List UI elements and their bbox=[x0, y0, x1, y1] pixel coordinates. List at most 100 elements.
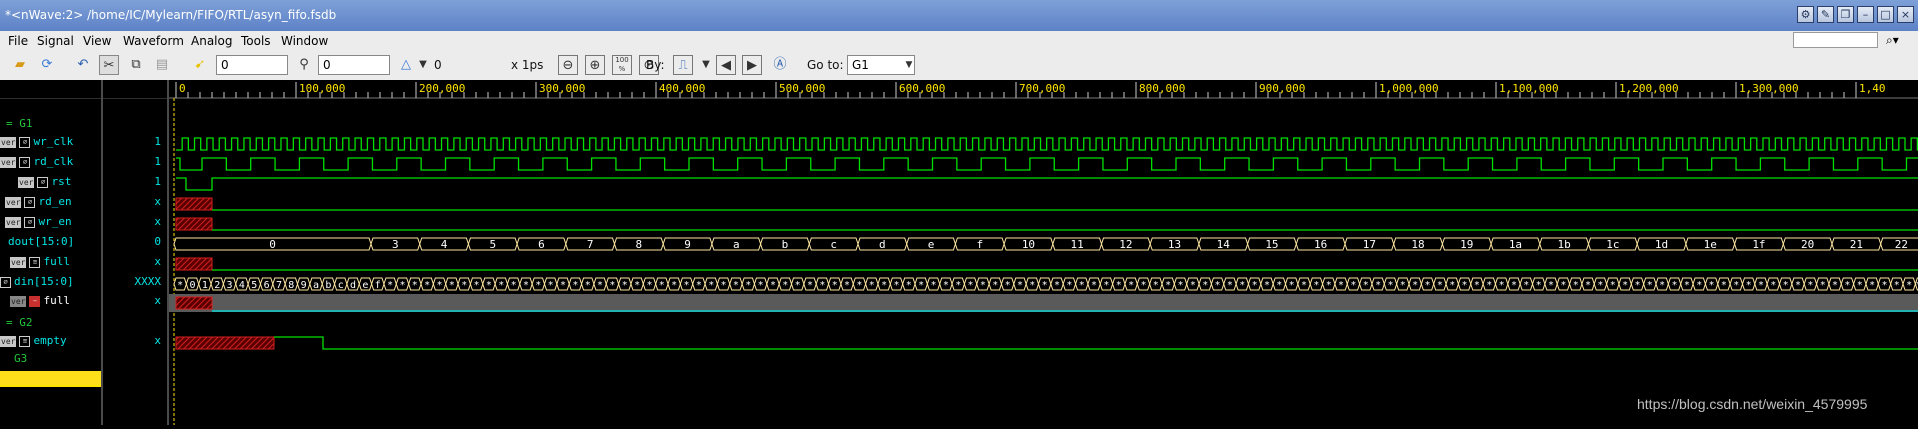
wave-din-value: * bbox=[1548, 280, 1554, 291]
wave-din-value: * bbox=[1721, 280, 1727, 291]
marker-time-input[interactable]: 0 bbox=[318, 55, 390, 75]
wave-din-value: * bbox=[1783, 280, 1789, 291]
wave-din-value: * bbox=[177, 280, 183, 291]
menu-signal[interactable]: Signal bbox=[37, 34, 74, 48]
wave-din-value: 3 bbox=[227, 280, 233, 291]
group-g3[interactable]: G3 bbox=[14, 352, 27, 365]
annotate-icon[interactable]: Ⓐ bbox=[770, 55, 790, 75]
signal-rd-clk[interactable]: ver ⌀ rd_clk bbox=[0, 155, 73, 168]
marker-icon[interactable]: ⚲ bbox=[294, 55, 314, 75]
group-g2-label: G2 bbox=[19, 316, 33, 329]
edge-rising-icon[interactable]: ⎍ bbox=[673, 55, 693, 75]
wave-din-value: * bbox=[1585, 280, 1591, 291]
reload-icon[interactable]: ⟳ bbox=[37, 55, 57, 75]
wave-dout-value: c bbox=[830, 238, 837, 251]
zoom-all-button[interactable]: 100 % bbox=[612, 55, 632, 75]
cursor-icon[interactable]: ➹ bbox=[190, 55, 210, 75]
signal-rd-en[interactable]: ver ⌀ rd_en bbox=[5, 195, 72, 208]
wave-din-value: 2 bbox=[214, 280, 220, 291]
window-title: *<nWave:2> /home/IC/Mylearn/FIFO/RTL/asy… bbox=[5, 8, 337, 22]
wave-din-value: * bbox=[1795, 280, 1801, 291]
zoom-out-icon[interactable]: ⊖ bbox=[558, 55, 578, 75]
wave-dout-value: 0 bbox=[269, 238, 276, 251]
wave-din-value: * bbox=[461, 280, 467, 291]
menu-file[interactable]: File bbox=[8, 34, 28, 48]
group-g2[interactable]: = G2 bbox=[6, 316, 33, 329]
wave-din-value: * bbox=[1523, 280, 1529, 291]
menu-view[interactable]: View bbox=[83, 34, 111, 48]
wave-din-value: * bbox=[1252, 280, 1258, 291]
cut-icon[interactable]: ✂ bbox=[99, 55, 119, 75]
wave-din-value: * bbox=[1017, 280, 1023, 291]
time-unit: x 1ps bbox=[511, 58, 544, 72]
ver-badge: ver bbox=[10, 295, 27, 307]
menu-analog[interactable]: Analog bbox=[191, 34, 232, 48]
signal-rst[interactable]: ver ⌀ rst bbox=[18, 175, 71, 188]
signal-wr-en[interactable]: ver ⌀ wr_en bbox=[5, 215, 72, 228]
bus-icon: − bbox=[29, 295, 41, 307]
signal-search-input[interactable] bbox=[1793, 32, 1878, 48]
paste-icon[interactable]: ▤ bbox=[152, 55, 172, 75]
goto-label: Go to: bbox=[807, 58, 844, 72]
wave-din-value: * bbox=[1462, 280, 1468, 291]
menu-window[interactable]: Window bbox=[281, 34, 328, 48]
menu-tools[interactable]: Tools bbox=[241, 34, 271, 48]
wave-din-value: * bbox=[1881, 280, 1887, 291]
cursor-time-input[interactable]: 0 bbox=[216, 55, 288, 75]
wave-din-value: 7 bbox=[276, 280, 282, 291]
signal-label: full bbox=[43, 294, 70, 307]
find-icon[interactable]: ⌕▾ bbox=[1886, 33, 1899, 48]
wave-din-value: * bbox=[1264, 280, 1270, 291]
signal-empty[interactable]: ver ≡ empty bbox=[0, 334, 67, 347]
wave-din-value: * bbox=[1622, 280, 1628, 291]
signal-full-selected[interactable]: ver − full bbox=[10, 294, 70, 307]
gear-icon[interactable]: ⚙ bbox=[1797, 6, 1814, 23]
wave-dout-value: 4 bbox=[441, 238, 448, 251]
pin-icon[interactable]: ✎ bbox=[1817, 6, 1834, 23]
restore-icon[interactable]: ❐ bbox=[1837, 6, 1854, 23]
wave-din-value: * bbox=[437, 280, 443, 291]
wave-din-value: * bbox=[1116, 280, 1122, 291]
wave-din-value: * bbox=[869, 280, 875, 291]
wave-din-value: * bbox=[1770, 280, 1776, 291]
copy-icon[interactable]: ⧉ bbox=[126, 55, 146, 75]
wave-din-value: * bbox=[1313, 280, 1319, 291]
wave-dout-value: 17 bbox=[1363, 238, 1376, 251]
group-g1-label: G1 bbox=[19, 117, 33, 130]
wave-dout-value: d bbox=[879, 238, 886, 251]
wave-rst bbox=[176, 177, 1918, 191]
signal-wr-clk[interactable]: ver ⌀ wr_clk bbox=[0, 135, 73, 148]
waveform-canvas[interactable]: 0 100,000 200,000 300,000 400,000 500,000 600,… bbox=[169, 80, 1918, 425]
wave-din-value: 1 bbox=[202, 280, 208, 291]
maximize-button[interactable]: □ bbox=[1877, 6, 1894, 23]
signal-din[interactable]: ⌀ din[15:0] bbox=[0, 275, 74, 288]
wave-din-value: * bbox=[1153, 280, 1159, 291]
wave-din-value: f bbox=[375, 280, 381, 291]
waveform-panel[interactable]: 0 100,000 200,000 300,000 400,000 500,000 600,… bbox=[169, 80, 1918, 425]
minimize-button[interactable]: – bbox=[1857, 6, 1874, 23]
undo-icon[interactable]: ↶ bbox=[73, 55, 93, 75]
value-full: x bbox=[154, 255, 161, 268]
signal-full[interactable]: ver ≡ full bbox=[10, 255, 70, 268]
wave-din-value: * bbox=[968, 280, 974, 291]
menu-waveform[interactable]: Waveform bbox=[123, 34, 184, 48]
open-file-icon[interactable]: ▰ bbox=[10, 55, 30, 75]
wave-din-value: * bbox=[881, 280, 887, 291]
wave-din-value: * bbox=[1140, 280, 1146, 291]
search-forward-icon[interactable]: ▶ bbox=[742, 55, 762, 75]
value-rd-en: x bbox=[154, 195, 161, 208]
ver-badge: ver bbox=[0, 156, 17, 168]
wave-din-value: * bbox=[758, 280, 764, 291]
delta-dropdown-icon[interactable]: ▼ bbox=[413, 55, 433, 75]
goto-dropdown-icon[interactable]: ▼ bbox=[899, 55, 919, 75]
wave-din-value: * bbox=[387, 280, 393, 291]
signal-dout[interactable]: dout[15:0] bbox=[8, 235, 74, 248]
by-dropdown-icon[interactable]: ▼ bbox=[696, 55, 716, 75]
wave-din-value: * bbox=[548, 280, 554, 291]
close-button[interactable]: × bbox=[1897, 6, 1914, 23]
search-backward-icon[interactable]: ◀ bbox=[716, 55, 736, 75]
ruler-tick-label: 400,000 bbox=[659, 82, 705, 95]
zoom-in-icon[interactable]: ⊕ bbox=[585, 55, 605, 75]
ruler-tick-label: 1,100,000 bbox=[1499, 82, 1559, 95]
group-g1[interactable]: = G1 bbox=[6, 117, 33, 130]
